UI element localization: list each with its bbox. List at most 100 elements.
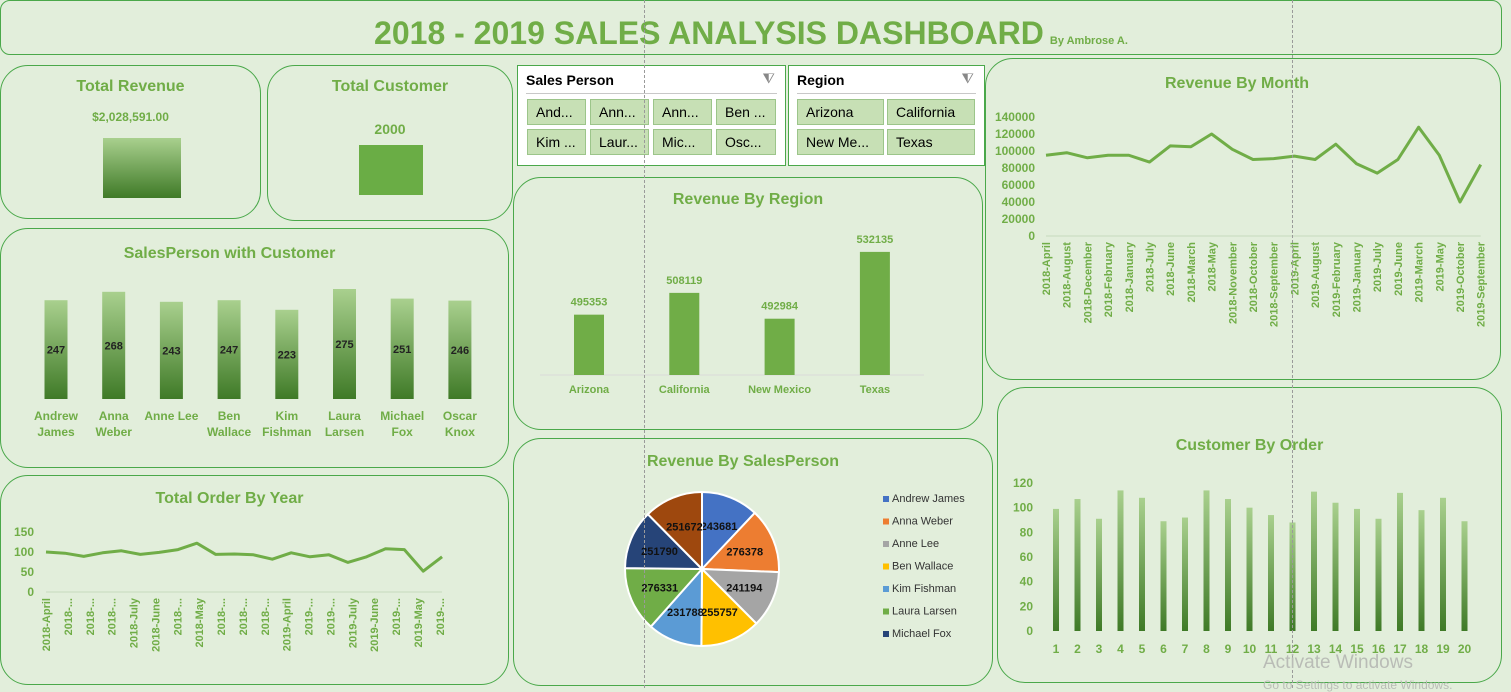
bar [574,314,604,375]
x-tick-label: 2019-June [369,598,381,652]
x-tick-label: 2019-April [282,598,294,651]
bar [1096,518,1102,631]
series-line [1045,125,1483,204]
bar-value-label: 251 [393,344,411,356]
x-tick-label: 2019-May [413,597,425,647]
category-label: 1 [1053,642,1060,656]
legend-label: Michael Fox [892,628,952,640]
legend-label: Ben Wallace [892,561,953,573]
x-tick-label: 2018-January [1124,241,1136,312]
clear-filter-icon[interactable]: ⧨ [763,70,776,87]
author-byline: By Ambrose A. [1049,35,1128,47]
x-tick-label: 2018-December [1082,241,1094,323]
bar [1246,507,1253,631]
total-revenue-card[interactable]: Total Revenue $2,028,591.00 [0,65,261,219]
y-tick-label: 120 [1013,476,1033,490]
revenue-month-chart: 1400001200001000008000060000400002000002… [995,110,1488,327]
x-tick-label: 2018-November [1227,241,1239,324]
bar [1203,490,1210,631]
slice-value-label: 251790 [641,546,678,558]
x-tick-label: 2018-March [1186,242,1198,303]
x-tick-label: 2019-... [304,598,316,635]
total-order-year-panel[interactable]: Total Order By Year 150 100 50 0 2018-April 2… [0,475,509,685]
slicer-item[interactable]: Kim ... [527,129,586,155]
y-tick-label: 40000 [1002,195,1036,209]
y-tick-label: 0 [1026,624,1033,638]
bar [1074,499,1081,631]
revenue-region-panel[interactable]: Revenue By Region 495353 Arizona 508119 Cal… [513,177,983,430]
x-tick-label: 2019-... [435,598,447,635]
x-tick-label: 2019-July [1372,241,1384,292]
sales-person-slicer[interactable]: Sales Person ⧨ And... Ann... Ann... Ben … [517,65,786,166]
category-label: New Mexico [748,384,811,396]
category-label: 4 [1117,642,1124,656]
bar-value-label: 492984 [761,301,799,313]
guide-line [644,0,645,688]
category-label: 7 [1182,642,1189,656]
x-tick-label: 2019-July [347,597,359,648]
slice-value-label: 276378 [726,547,763,559]
category-label: 3 [1096,642,1103,656]
legend-label: Anne Lee [892,538,939,550]
slicer-item[interactable]: New Me... [797,129,884,155]
category-label: Andrew [34,409,79,423]
category-label: 2 [1074,642,1081,656]
category-label: 9 [1225,642,1232,656]
revenue-salesperson-panel[interactable]: Revenue By SalesPerson 243681 276378 24119… [513,438,993,686]
total-revenue-value: $2,028,591.00 [92,110,169,124]
total-customer-card[interactable]: Total Customer 2000 [267,65,513,221]
x-tick-label: 2018-October [1248,241,1260,312]
bar-value-label: 223 [278,349,296,361]
x-tick-label: 2019-May [1434,241,1446,291]
category-label: Laura [328,409,361,423]
revenue-month-panel[interactable]: Revenue By Month 140000 120000 100000 80000… [985,58,1501,380]
slicer-item[interactable]: Mic... [653,129,712,155]
slice-value-label: 243681 [701,521,738,533]
y-tick-label: 20000 [1002,212,1036,226]
bar [1225,499,1231,631]
clear-filter-icon[interactable]: ⧨ [962,70,975,87]
x-tick-label: 2018-... [85,598,97,635]
y-tick-label: 20 [1020,599,1034,613]
slicer-item[interactable]: Laur... [590,129,649,155]
x-tick-label: 2019-October [1455,241,1467,312]
x-tick-label: 2018-... [238,598,250,635]
y-tick-label: 60000 [1002,178,1036,192]
bar [1332,502,1339,631]
slicer-item[interactable]: California [887,99,975,125]
salesperson-customer-panel[interactable]: SalesPerson with Customer 247 Andrew James… [0,228,509,468]
x-tick-label: 2018-June [150,598,162,652]
category-label: Fishman [262,425,311,439]
x-tick-label: 2018-April [41,598,53,651]
category-label: Fox [392,425,414,439]
slicer-item[interactable]: Arizona [797,99,884,125]
slice-value-label: 231788 [667,607,704,619]
revenue-region-chart: 495353 Arizona 508119 California 492984 New M… [540,234,924,396]
slicer-item[interactable]: And... [527,99,586,125]
slicer-item[interactable]: Ben ... [716,99,776,125]
slicer-item[interactable]: Osc... [716,129,776,155]
category-label: Weber [95,425,132,439]
slicer-item[interactable]: Ann... [590,99,649,125]
slicer-item[interactable]: Texas [887,129,975,155]
category-label: Wallace [207,425,252,439]
slicer-item[interactable]: Ann... [653,99,712,125]
x-tick-label: 2018-... [63,598,75,635]
bar [1375,518,1382,631]
bar [1311,491,1317,631]
bar [1440,497,1446,631]
legend-label: Andrew James [892,493,965,505]
legend-swatch [883,541,889,547]
category-label: Ben [218,409,241,423]
customer-order-panel[interactable]: Customer By Order 120 100 80 60 40 20 0 1 2 3 4 5 6 7… [997,387,1502,683]
x-tick-label: 2018-July [129,597,141,648]
y-tick-label: 100 [1013,501,1033,515]
bar [1117,490,1124,631]
y-tick-label: 50 [21,565,35,579]
region-slicer[interactable]: Region ⧨ Arizona California New Me... Te… [788,65,985,166]
total-customer-title: Total Customer [331,78,449,95]
dashboard-title-bar: 2018 - 2019 SALES ANALYSIS DASHBOARD By A… [0,0,1502,55]
legend-label: Kim Fishman [892,583,956,595]
x-tick-label: 2018-... [172,598,184,635]
x-tick-label: 2018-... [216,598,228,635]
